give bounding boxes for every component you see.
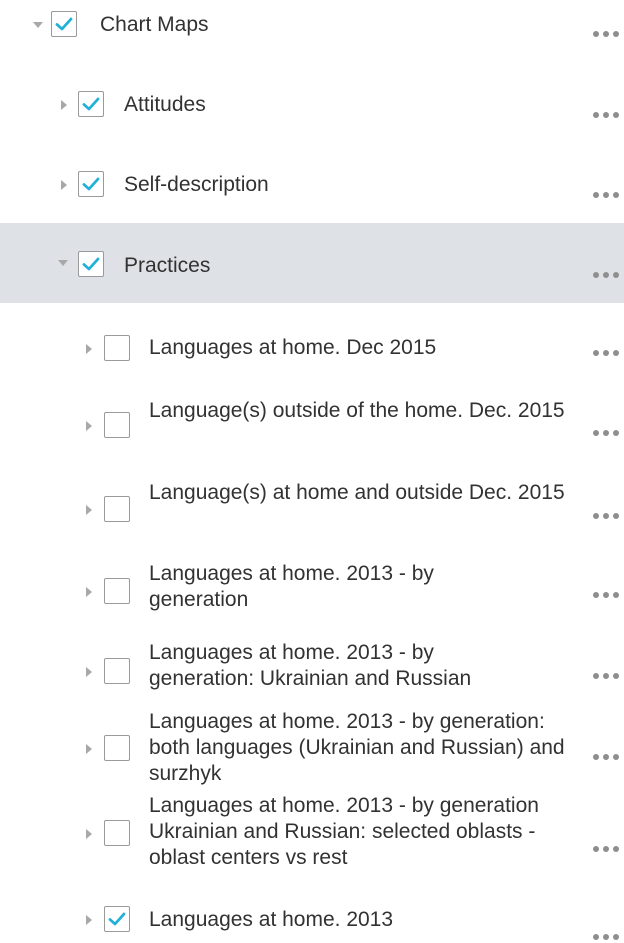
- chevron-right-icon[interactable]: [86, 667, 92, 677]
- ellipsis-icon[interactable]: [593, 192, 621, 200]
- tree-row-item[interactable]: Languages at home. 2013 - by generation …: [0, 788, 624, 872]
- tree-label: Languages at home. 2013 - by generation:…: [149, 710, 565, 785]
- checkmark-icon: [82, 97, 100, 111]
- checkbox-item[interactable]: [104, 820, 130, 846]
- checkbox-practices[interactable]: [78, 251, 104, 277]
- tree-row-item[interactable]: Language(s) at home and outside Dec. 201…: [0, 475, 624, 545]
- tree-label: Languages at home. Dec 2015: [149, 336, 437, 359]
- tree-label: Languages at home. 2013 - by generation:…: [149, 641, 472, 690]
- chevron-right-icon[interactable]: [86, 744, 92, 754]
- checkbox-item[interactable]: [104, 578, 130, 604]
- ellipsis-icon[interactable]: [593, 31, 621, 39]
- tree-row-item[interactable]: Languages at home. 2013 - by generation: [0, 555, 624, 625]
- tree-label: Self-description: [124, 173, 269, 196]
- checkbox-chart-maps[interactable]: [51, 11, 77, 37]
- chevron-down-icon[interactable]: [33, 22, 43, 28]
- checkbox-attitudes[interactable]: [78, 91, 104, 117]
- ellipsis-icon[interactable]: [593, 430, 621, 438]
- tree-label: Chart Maps: [100, 13, 209, 36]
- tree-row-item[interactable]: Languages at home. 2013 - by generation:…: [0, 708, 624, 792]
- chevron-down-icon[interactable]: [58, 260, 68, 266]
- checkbox-item[interactable]: [104, 658, 130, 684]
- chevron-right-icon[interactable]: [86, 505, 92, 515]
- ellipsis-icon[interactable]: [593, 673, 621, 681]
- tree-label: Language(s) outside of the home. Dec. 20…: [149, 399, 565, 422]
- ellipsis-icon[interactable]: [593, 754, 621, 762]
- checkbox-item[interactable]: [104, 735, 130, 761]
- tree-row-self-description[interactable]: Self-description: [0, 155, 624, 217]
- chevron-right-icon[interactable]: [86, 587, 92, 597]
- checkmark-icon: [55, 17, 73, 31]
- chevron-right-icon[interactable]: [86, 829, 92, 839]
- ellipsis-icon[interactable]: [593, 350, 621, 358]
- checkbox-self-description[interactable]: [78, 171, 104, 197]
- tree-label: Languages at home. 2013: [149, 908, 394, 931]
- ellipsis-icon[interactable]: [593, 934, 621, 942]
- chevron-right-icon[interactable]: [61, 100, 67, 110]
- tree-label: Languages at home. 2013 - by generation: [149, 562, 434, 611]
- ellipsis-icon[interactable]: [593, 592, 621, 600]
- checkbox-item[interactable]: [104, 335, 130, 361]
- tree-row-practices[interactable]: Practices: [0, 223, 624, 303]
- chevron-right-icon[interactable]: [86, 915, 92, 925]
- chevron-right-icon[interactable]: [86, 344, 92, 354]
- checkmark-icon: [108, 912, 126, 926]
- checkmark-icon: [82, 257, 100, 271]
- tree-label: Practices: [124, 254, 211, 277]
- ellipsis-icon[interactable]: [593, 112, 621, 120]
- checkbox-item[interactable]: [104, 412, 130, 438]
- tree-label: Languages at home. 2013 - by generation …: [149, 794, 539, 869]
- ellipsis-icon[interactable]: [593, 846, 621, 854]
- tree-row-chart-maps[interactable]: Chart Maps: [0, 0, 624, 60]
- checkmark-icon: [82, 177, 100, 191]
- tree-label: Attitudes: [124, 93, 206, 116]
- tree-row-attitudes[interactable]: Attitudes: [0, 75, 624, 135]
- tree-row-item[interactable]: Languages at home. 2013 - by generation:…: [0, 636, 624, 706]
- tree-row-item[interactable]: Languages at home. Dec 2015: [0, 320, 624, 380]
- ellipsis-icon[interactable]: [593, 272, 621, 280]
- checkbox-item[interactable]: [104, 906, 130, 932]
- checkbox-item[interactable]: [104, 496, 130, 522]
- chevron-right-icon[interactable]: [61, 180, 67, 190]
- tree-row-item[interactable]: Language(s) outside of the home. Dec. 20…: [0, 392, 624, 462]
- layer-list-tree: Chart Maps Attitudes Self-description Pr…: [0, 0, 624, 943]
- chevron-right-icon[interactable]: [86, 421, 92, 431]
- tree-row-item[interactable]: Languages at home. 2013: [0, 902, 624, 943]
- ellipsis-icon[interactable]: [593, 513, 621, 521]
- tree-label: Language(s) at home and outside Dec. 201…: [149, 481, 565, 504]
